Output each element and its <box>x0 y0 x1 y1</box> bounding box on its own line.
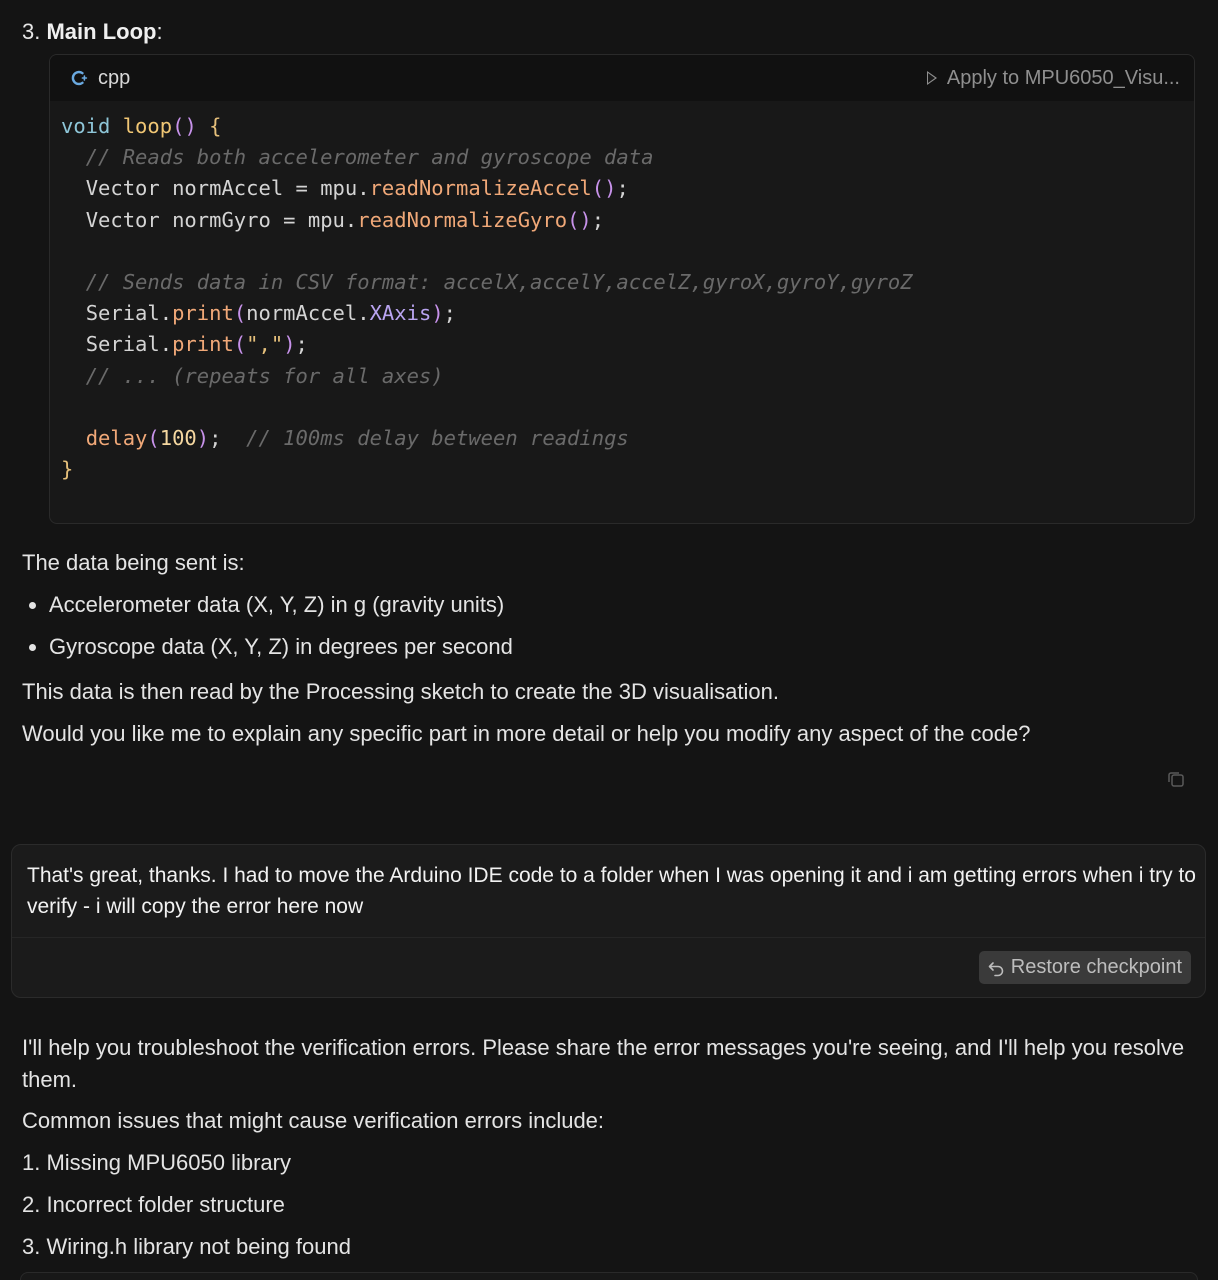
troubleshoot-text: I'll help you troubleshoot the verificat… <box>22 1035 1185 1092</box>
code-line: // Sends data in CSV format: accelX,acce… <box>85 270 913 295</box>
apply-button[interactable]: Apply to MPU6050_Visu... <box>926 66 1180 90</box>
code-language: cpp <box>70 67 130 90</box>
processing-text: This data is then read by the Processing… <box>22 679 779 704</box>
code-line: delay(100); // 100ms delay between readi… <box>85 426 629 451</box>
list-item: 1. Missing MPU6050 library <box>22 1150 291 1175</box>
section-title: Main Loop <box>46 19 157 44</box>
common-issues-text: Common issues that might cause verificat… <box>22 1108 605 1133</box>
section-colon: : <box>156 19 163 44</box>
data-intro-text: The data being sent is: <box>22 550 245 575</box>
divider <box>12 937 1205 938</box>
code-line: Vector normAccel = mpu.readNormalizeAcce… <box>85 176 629 201</box>
section-number: 3. <box>22 19 41 44</box>
code-line: // Reads both accelerometer and gyroscop… <box>85 145 654 170</box>
list-item: Accelerometer data (X, Y, Z) in g (gravi… <box>22 589 513 621</box>
section-heading: 3. Main Loop: <box>22 16 163 48</box>
code-line: Vector normGyro = mpu.readNormalizeGyro(… <box>85 207 605 232</box>
code-line: // ... (repeats for all axes) <box>85 363 444 388</box>
code-block-header: cpp Apply to MPU6050_Visu... <box>50 55 1194 101</box>
user-message[interactable]: That's great, thanks. I had to move the … <box>11 844 1206 998</box>
play-icon <box>926 71 937 85</box>
data-bullet-list: Accelerometer data (X, Y, Z) in g (gravi… <box>22 589 513 673</box>
copy-icon[interactable] <box>1167 770 1185 788</box>
restore-checkpoint-label: Restore checkpoint <box>1010 956 1182 978</box>
user-message-text: That's great, thanks. I had to move the … <box>27 864 1196 918</box>
code-line: Serial.print(normAccel.XAxis); <box>85 301 456 326</box>
list-item: 2. Incorrect folder structure <box>22 1192 285 1217</box>
list-item: 3. Wiring.h library not being found <box>22 1234 351 1259</box>
apply-button-label: Apply to MPU6050_Visu... <box>946 66 1180 89</box>
list-item: Gyroscope data (X, Y, Z) in degrees per … <box>22 631 513 663</box>
code-line: void loop() { <box>61 114 222 138</box>
code-content[interactable]: void loop() { // Reads both acceleromete… <box>50 101 1194 485</box>
code-language-label: cpp <box>98 66 131 89</box>
code-line: Serial.print(","); <box>85 332 308 357</box>
chat-transcript: 3. Main Loop: cpp Apply to MPU6050_Visu.… <box>0 0 1218 1280</box>
issues-list: 1. Missing MPU6050 library 2. Incorrect … <box>22 1147 351 1273</box>
cpp-language-icon <box>70 69 88 87</box>
follow-up-question: Would you like me to explain any specifi… <box>22 721 1031 746</box>
code-block: cpp Apply to MPU6050_Visu... void loop()… <box>49 54 1195 524</box>
restore-checkpoint-button[interactable]: Restore checkpoint <box>978 951 1191 984</box>
code-line: } <box>61 457 74 482</box>
undo-icon <box>987 959 1005 977</box>
next-code-block-edge <box>20 1272 1198 1280</box>
